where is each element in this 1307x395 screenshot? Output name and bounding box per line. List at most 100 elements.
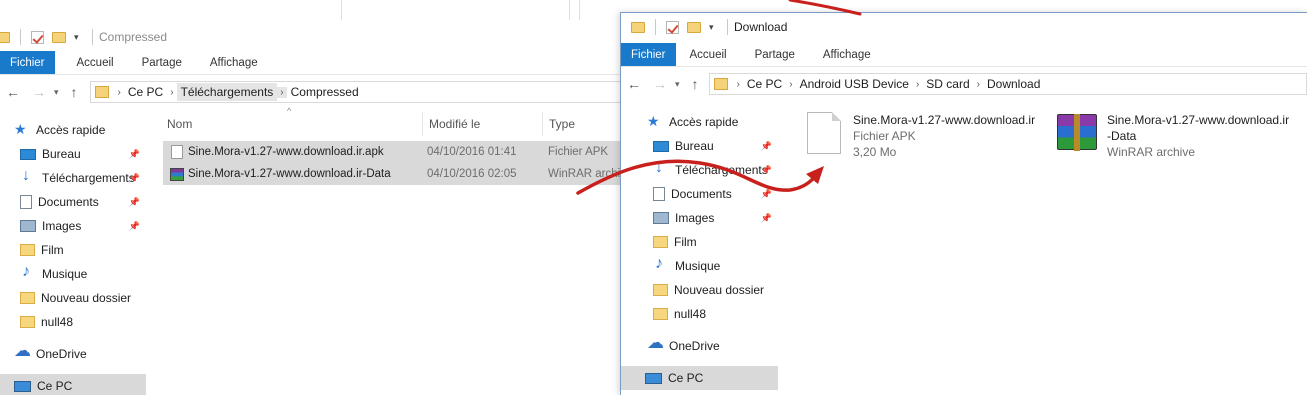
chevron-right-icon[interactable]: › [167,87,176,98]
chevron-right-icon[interactable]: › [974,79,983,90]
nav-item-null48[interactable]: null48 [0,310,146,334]
recent-locations-icon[interactable]: ▾ [675,79,680,90]
customize-toolbar-icon[interactable]: ▾ [74,32,82,42]
desktop-icon [20,148,36,160]
tab-affichage[interactable]: Affichage [809,43,885,66]
pin-icon[interactable]: 📌 [761,189,772,200]
nav-item-bureau[interactable]: Bureau 📌 [0,142,146,166]
column-type[interactable]: Type [542,112,622,136]
up-arrow-icon[interactable]: ↑ [692,76,699,92]
tab-accueil[interactable]: Accueil [676,43,741,66]
nav-item-documents[interactable]: Documents 📌 [621,182,778,206]
tab-accueil[interactable]: Accueil [55,51,128,74]
desktop-icon [653,140,669,152]
properties-icon[interactable] [31,30,44,44]
nav-item-musique[interactable]: Musique [0,262,146,286]
nav-item-documents[interactable]: Documents 📌 [0,190,146,214]
address-bar-row: ← → ▾ ↑ › Ce PC › Android USB Device › S… [621,68,1307,100]
customize-toolbar-icon[interactable]: ▾ [709,22,717,32]
window-title: Compressed [99,30,168,44]
column-name[interactable]: Nom [161,112,422,136]
breadcrumb-sd-card[interactable]: SD card [922,75,973,93]
nav-item-musique[interactable]: Musique [621,254,778,278]
front-explorer-window: ▾ Download Fichier Accueil Partage Affic… [620,12,1307,395]
pin-icon[interactable]: 📌 [129,149,140,160]
nav-item-ce-pc[interactable]: Ce PC [0,374,146,395]
pin-icon[interactable]: 📌 [761,141,772,152]
nav-item-telechargements[interactable]: Téléchargements📌 [0,166,146,190]
back-arrow-icon[interactable]: ← [627,76,641,92]
documents-icon [653,187,665,201]
recent-locations-icon[interactable]: ▾ [54,87,59,98]
column-modified[interactable]: Modifié le [422,112,542,136]
pin-icon[interactable]: 📌 [761,165,772,176]
nav-item-nouveau-dossier[interactable]: Nouveau dossier [621,278,778,302]
breadcrumb-download[interactable]: Download [983,75,1044,93]
file-name: Sine.Mora-v1.27-www.download.ir.apk [188,146,384,158]
breadcrumb-ce-pc[interactable]: Ce PC [124,83,167,101]
navigation-pane: Accès rapide Bureau📌 Téléchargements📌 Do… [0,118,146,395]
title-bar: ▾ Download [621,13,1307,41]
documents-icon [20,195,32,209]
forward-arrow-icon[interactable]: → [653,76,667,92]
nav-item-acces-rapide[interactable]: Accès rapide [0,118,146,142]
tile-name: Sine.Mora-v1.27-www.download.ir [1107,113,1290,127]
new-folder-icon[interactable] [52,31,66,43]
images-icon [20,220,36,232]
music-icon [653,255,669,273]
up-arrow-icon[interactable]: ↑ [71,84,78,100]
tab-partage[interactable]: Partage [741,43,809,66]
tab-partage[interactable]: Partage [128,51,196,74]
chevron-right-icon[interactable]: › [913,79,922,90]
tile-item-apk[interactable]: Sine.Mora-v1.27-www.download.ir Fichier … [807,112,1035,160]
properties-icon[interactable] [666,20,679,34]
chevron-right-icon[interactable]: › [277,86,287,98]
file-type: Fichier APK [548,146,609,158]
table-row[interactable]: Sine.Mora-v1.27-www.download.ir.apk 04/1… [163,141,621,163]
nav-item-acces-rapide[interactable]: Accès rapide [621,110,778,134]
tab-fichier[interactable]: Fichier [0,51,55,74]
chevron-right-icon[interactable]: › [786,79,795,90]
folder-icon[interactable] [0,31,10,43]
nav-item-film[interactable]: Film [0,238,146,262]
chevron-right-icon[interactable]: › [115,87,124,98]
pin-icon[interactable]: 📌 [129,197,140,208]
nav-item-onedrive[interactable]: OneDrive [621,333,778,358]
breadcrumb-ce-pc[interactable]: Ce PC [743,75,786,93]
tab-fichier[interactable]: Fichier [621,43,676,66]
nav-item-images[interactable]: Images 📌 [621,206,778,230]
pc-icon [645,372,662,384]
forward-arrow-icon[interactable]: → [32,84,46,100]
breadcrumb-telechargements[interactable]: Téléchargements [176,83,278,101]
breadcrumb-compressed[interactable]: Compressed [287,83,363,101]
nav-item-ce-pc[interactable]: Ce PC [621,366,778,390]
file-type: WinRAR archi [548,168,621,180]
nav-item-nouveau-dossier[interactable]: Nouveau dossier [0,286,146,310]
nav-item-film[interactable]: Film [621,230,778,254]
back-arrow-icon[interactable]: ← [6,84,20,100]
images-icon [653,212,669,224]
nav-item-onedrive[interactable]: OneDrive [0,341,146,366]
tab-affichage[interactable]: Affichage [196,51,272,74]
folder-icon [20,316,35,328]
address-box[interactable]: › Ce PC › Android USB Device › SD card ›… [708,73,1307,95]
nav-item-telechargements[interactable]: Téléchargements📌 [621,158,778,182]
quick-access-toolbar: ▾ [0,29,95,45]
nav-item-bureau[interactable]: Bureau 📌 [621,134,778,158]
folder-icon[interactable] [631,21,645,33]
nav-item-null48[interactable]: null48 [621,302,778,326]
tile-item-rar[interactable]: Sine.Mora-v1.27-www.download.ir -Data Wi… [1057,112,1289,160]
table-row[interactable]: Sine.Mora-v1.27-www.download.ir-Data 04/… [163,163,621,185]
star-icon [14,121,30,138]
chevron-right-icon[interactable]: › [734,79,743,90]
nav-item-images[interactable]: Images 📌 [0,214,146,238]
pin-icon[interactable]: 📌 [761,213,772,224]
pin-icon[interactable]: 📌 [129,221,140,232]
pin-icon[interactable]: 📌 [129,173,140,184]
folder-icon [653,308,668,320]
new-folder-icon[interactable] [687,21,701,33]
tile-name: Sine.Mora-v1.27-www.download.ir [853,113,1036,127]
folder-icon [653,284,668,296]
breadcrumb-android-usb-device[interactable]: Android USB Device [796,75,913,93]
tile-type: Fichier APK [853,129,916,143]
